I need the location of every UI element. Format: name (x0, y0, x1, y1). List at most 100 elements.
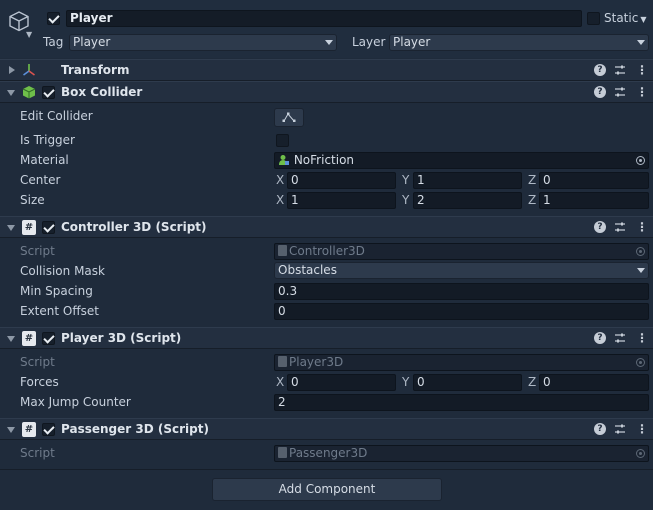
material-value: NoFriction (293, 153, 355, 167)
center-label: Center (20, 173, 61, 187)
center-y-label: Y (402, 173, 410, 187)
transform-axes-icon (23, 64, 35, 76)
collision-mask-value: Obstacles (278, 263, 337, 277)
is-trigger-label: Is Trigger (20, 133, 75, 147)
forces-x-label: X (276, 375, 285, 389)
presets-sliders-icon[interactable] (614, 423, 626, 435)
tag-dropdown[interactable]: Player (69, 34, 337, 51)
foldout-closed-icon[interactable] (9, 66, 15, 74)
player3d-script-field: Player3D (274, 354, 649, 371)
static-dropdown[interactable]: Static ▼ (604, 10, 646, 28)
gameobject-cube-icon (9, 11, 29, 32)
edit-bounds-icon (282, 112, 296, 122)
controller3d-header[interactable]: # Controller 3D (Script) ? ⋮ (0, 216, 653, 238)
size-x-label: X (276, 193, 285, 207)
extent-offset-label: Extent Offset (20, 304, 99, 318)
foldout-open-icon[interactable] (7, 336, 15, 342)
presets-sliders-icon[interactable] (614, 332, 626, 344)
script-hash-icon: # (22, 331, 36, 346)
box-collider-title: Box Collider (61, 85, 143, 99)
collision-mask-label: Collision Mask (20, 264, 105, 278)
passenger3d-title: Passenger 3D (Script) (61, 422, 209, 436)
presets-sliders-icon[interactable] (614, 86, 626, 98)
object-picker-icon (636, 247, 645, 256)
size-y-field[interactable]: 2 (413, 192, 522, 209)
active-checkbox[interactable] (47, 12, 60, 25)
foldout-open-icon[interactable] (7, 225, 15, 231)
forces-z-field[interactable]: 0 (539, 374, 649, 391)
forces-y-field[interactable]: 0 (413, 374, 522, 391)
kebab-menu-icon[interactable]: ⋮ (636, 423, 648, 435)
edit-collider-label: Edit Collider (20, 109, 93, 123)
add-component-button[interactable]: Add Component (212, 478, 442, 501)
help-icon[interactable]: ? (594, 423, 606, 435)
script-asset-icon (278, 356, 287, 367)
forces-y-label: Y (402, 375, 410, 389)
forces-x-field[interactable]: 0 (287, 374, 396, 391)
help-icon[interactable]: ? (594, 64, 606, 76)
object-name-field[interactable]: Player (66, 10, 582, 27)
icon-dropdown-caret[interactable]: ▼ (26, 30, 32, 39)
is-trigger-checkbox[interactable] (276, 134, 289, 147)
center-x-field[interactable]: 0 (287, 172, 396, 189)
chevron-down-icon: ▼ (640, 15, 647, 24)
tag-label: Tag (43, 35, 64, 49)
max-jump-counter-field[interactable]: 2 (274, 394, 649, 411)
min-spacing-field[interactable]: 0.3 (274, 283, 649, 300)
chevron-down-icon (325, 40, 333, 45)
kebab-menu-icon[interactable]: ⋮ (636, 86, 648, 98)
static-checkbox[interactable] (587, 12, 600, 25)
script-asset-icon (278, 447, 287, 458)
help-icon[interactable]: ? (594, 86, 606, 98)
chevron-down-icon (637, 40, 645, 45)
player3d-header[interactable]: # Player 3D (Script) ? ⋮ (0, 327, 653, 349)
passenger3d-header[interactable]: # Passenger 3D (Script) ? ⋮ (0, 418, 653, 440)
passenger3d-script-field: Passenger3D (274, 445, 649, 462)
chevron-down-icon (637, 268, 645, 273)
script-asset-icon (278, 245, 287, 256)
help-icon[interactable]: ? (594, 332, 606, 344)
foldout-open-icon[interactable] (7, 90, 15, 96)
script-value: Passenger3D (289, 446, 368, 460)
box-collider-icon (22, 86, 36, 99)
material-field[interactable]: NoFriction (274, 152, 649, 169)
kebab-menu-icon[interactable]: ⋮ (636, 332, 648, 344)
divider (0, 469, 653, 470)
script-label: Script (20, 355, 55, 369)
object-picker-icon (636, 358, 645, 367)
player3d-enabled-checkbox[interactable] (42, 332, 55, 345)
foldout-open-icon[interactable] (7, 427, 15, 433)
controller3d-enabled-checkbox[interactable] (42, 221, 55, 234)
help-icon[interactable]: ? (594, 221, 606, 233)
center-z-field[interactable]: 0 (539, 172, 649, 189)
script-value: Controller3D (289, 244, 365, 258)
material-label: Material (20, 153, 69, 167)
kebab-menu-icon[interactable]: ⋮ (636, 221, 648, 233)
box-collider-header[interactable]: Box Collider ? ⋮ (0, 81, 653, 103)
size-x-field[interactable]: 1 (287, 192, 396, 209)
transform-header[interactable]: Transform ? ⋮ (0, 59, 653, 81)
kebab-menu-icon[interactable]: ⋮ (636, 64, 648, 76)
size-label: Size (20, 193, 45, 207)
object-picker-icon[interactable] (636, 156, 645, 165)
size-z-field[interactable]: 1 (539, 192, 649, 209)
script-label: Script (20, 244, 55, 258)
tag-value: Player (73, 35, 111, 49)
script-hash-icon: # (22, 422, 36, 437)
box-collider-enabled-checkbox[interactable] (42, 86, 55, 99)
physic-material-icon (279, 155, 289, 165)
center-y-field[interactable]: 1 (413, 172, 522, 189)
extent-offset-field[interactable]: 0 (274, 303, 649, 320)
player3d-title: Player 3D (Script) (61, 331, 182, 345)
collision-mask-dropdown[interactable]: Obstacles (274, 262, 649, 279)
presets-sliders-icon[interactable] (614, 221, 626, 233)
object-picker-icon (636, 449, 645, 458)
controller3d-title: Controller 3D (Script) (61, 220, 207, 234)
presets-sliders-icon[interactable] (614, 64, 626, 76)
passenger3d-enabled-checkbox[interactable] (42, 423, 55, 436)
layer-dropdown[interactable]: Player (389, 34, 649, 51)
min-spacing-label: Min Spacing (20, 284, 93, 298)
size-y-label: Y (402, 193, 410, 207)
edit-collider-button[interactable] (274, 108, 304, 127)
max-jump-counter-label: Max Jump Counter (20, 395, 131, 409)
